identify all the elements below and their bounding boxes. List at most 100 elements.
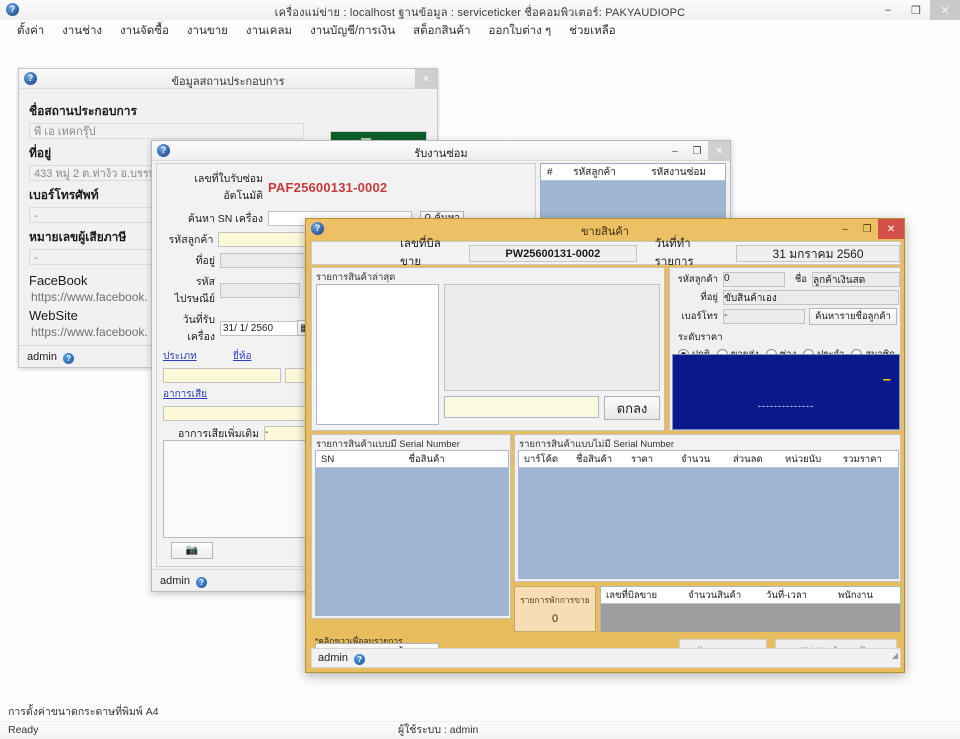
camera-icon[interactable]: 📷 [171, 542, 213, 559]
resize-grip-icon[interactable]: ◢ [892, 647, 898, 665]
sn-table-col-name: ชื่อสินค้า [409, 452, 508, 467]
nosn-col-barcode: บาร์โค้ด [519, 452, 576, 467]
status-bar: Ready ผู้ใช้ระบบ : admin [0, 721, 960, 739]
bill-number-value: PW25600131-0002 [469, 245, 637, 262]
app-minimize-button[interactable]: – [874, 0, 902, 20]
sn-table-body[interactable] [316, 468, 508, 616]
recent-items-panel: รายการสินค้าล่าสุด ตกลง [311, 267, 665, 431]
nosn-table-body[interactable] [519, 468, 898, 579]
nosn-col-unit: หน่วยนับ [785, 452, 843, 467]
recent-items-list[interactable] [316, 284, 439, 425]
sales-titlebar: ? ขายสินค้า – ❐ ✕ [306, 219, 904, 240]
menu-item-claims[interactable]: งานเคลม [237, 20, 301, 42]
sales-footer: admin ? ◢ [311, 648, 901, 668]
transaction-date-label: วันที่ทำรายการ [655, 235, 726, 271]
repair-grid-col-index: # [541, 167, 567, 178]
nosn-col-price: ราคา [631, 452, 681, 467]
status-user-text: ผู้ใช้ระบบ : admin [398, 722, 478, 739]
sales-customer-phone-label: เบอร์โทร [670, 309, 723, 324]
sales-customer-phone-input[interactable]: - [723, 309, 805, 324]
sales-window[interactable]: ? ขายสินค้า – ❐ ✕ เลขที่บิลขาย PW2560013… [305, 218, 905, 673]
application-window: ? เครื่องแม่ข่าย : localhost ฐานข้อมูล :… [0, 0, 960, 738]
sales-close-button[interactable]: ✕ [878, 219, 904, 239]
sales-footer-user: admin [318, 652, 348, 664]
repair-receive-date-input[interactable]: 31/ 1/ 2560 [220, 321, 298, 336]
sales-customer-address-input[interactable]: ขับสินค้าเอง [723, 290, 899, 305]
menu-item-settings[interactable]: ตั้งค่า [8, 20, 53, 42]
hold-table-body[interactable] [601, 604, 900, 632]
shop-name-label: ชื่อสถานประกอบการ [29, 102, 427, 121]
app-title: เครื่องแม่ข่าย : localhost ฐานข้อมูล : s… [0, 3, 960, 21]
hold-col-bill: เลขที่บิลขาย [601, 588, 688, 603]
app-window-controls: – ❐ ✕ [874, 0, 960, 20]
repair-category-link[interactable]: ประเภท [163, 349, 233, 364]
repair-title: รับงานซ่อม [152, 144, 730, 162]
display-dashes: -------------- [673, 401, 899, 411]
menu-item-technician[interactable]: งานช่าง [53, 20, 111, 42]
print-setting-text: การตั้งค่าขนาดกระดาษที่พิมพ์ A4 [0, 703, 960, 721]
hold-col-datetime: วันที่-เวลา [766, 588, 838, 603]
nosn-items-table[interactable]: บาร์โค้ด ชื่อสินค้า ราคา จำนวน ส่วนลด หน… [518, 450, 899, 579]
sales-customer-address-label: ที่อยู่ [670, 290, 723, 305]
shop-info-close-button[interactable]: ✕ [415, 69, 437, 89]
repair-footer-user: admin [160, 575, 190, 587]
repair-doc-number: PAF25600131-0002 [268, 180, 387, 195]
repair-customer-code-label: รหัสลูกค้า [163, 231, 218, 248]
help-icon[interactable]: ? [63, 353, 74, 364]
sales-customer-name-input[interactable]: ลูกค้าเงินสด [812, 272, 900, 287]
repair-brand-link[interactable]: ยี่ห้อ [233, 349, 273, 364]
item-detail-box [444, 284, 660, 391]
repair-symptom-link[interactable]: อาการเสีย [163, 387, 207, 402]
repair-customer-code-input[interactable] [218, 232, 311, 247]
sn-table-col-sn: SN [316, 454, 409, 465]
app-titlebar: ? เครื่องแม่ข่าย : localhost ฐานข้อมูล :… [0, 0, 960, 21]
nosn-col-qty: จำนวน [681, 452, 733, 467]
repair-doc-label: เลขที่ใบรับซ่อมอัตโนมัติ [163, 170, 268, 204]
sales-header-strip: เลขที่บิลขาย PW25600131-0002 วันที่ทำราย… [311, 241, 901, 265]
menu-item-accounting[interactable]: งานบัญชี/การเงิน [301, 20, 404, 42]
sales-customer-name-label: ชื่อ [785, 272, 812, 287]
sales-title: ขายสินค้า [306, 222, 904, 240]
shop-footer-user: admin [27, 351, 57, 363]
status-ready-text: Ready [8, 722, 38, 739]
customer-search-button[interactable]: ค้นหารายชื่อลูกค้า [809, 308, 897, 325]
app-maximize-button[interactable]: ❐ [902, 0, 930, 20]
menu-item-stock[interactable]: สต็อกสินค้า [404, 20, 479, 42]
sales-customer-code-input[interactable]: 0 [723, 272, 785, 287]
nosn-items-panel: รายการสินค้าแบบไม่มี Serial Number บาร์โ… [514, 434, 901, 582]
app-close-button[interactable]: ✕ [930, 0, 960, 20]
transaction-date-value: 31 มกราคม 2560 [736, 245, 900, 262]
repair-close-button[interactable]: ✕ [708, 141, 730, 161]
shop-info-title: ข้อมูลสถานประกอบการ [19, 72, 437, 90]
repair-category-select[interactable] [163, 368, 281, 383]
sales-maximize-button[interactable]: ❐ [856, 219, 878, 239]
sn-items-panel: รายการสินค้าแบบมี Serial Number SN ชื่อส… [311, 434, 511, 619]
shop-info-titlebar: ? ข้อมูลสถานประกอบการ ✕ [19, 69, 437, 89]
repair-minimize-button[interactable]: – [664, 141, 686, 161]
shop-name-value[interactable]: พี เอ เทคกรุ๊ป [29, 123, 304, 139]
repair-grid-col-customer: รหัสลูกค้า [567, 165, 645, 180]
confirm-button[interactable]: ตกลง [604, 396, 660, 420]
hold-table[interactable]: เลขที่บิลขาย จำนวนสินค้า วันที่-เวลา พนั… [600, 586, 901, 632]
barcode-scan-input[interactable] [444, 396, 599, 418]
menu-item-sales[interactable]: งานขาย [178, 20, 237, 42]
repair-receive-date-label: วันที่รับเครื่อง [163, 311, 220, 345]
display-minus-value: – [883, 371, 891, 388]
help-icon[interactable]: ? [196, 577, 207, 588]
repair-postcode-input[interactable] [220, 283, 300, 298]
nosn-col-discount: ส่วนลด [733, 452, 785, 467]
sales-customer-code-label: รหัสลูกค้า [670, 272, 723, 287]
sales-minimize-button[interactable]: – [834, 219, 856, 239]
nosn-col-total: รวมราคา [843, 452, 891, 467]
hold-col-staff: พนักงาน [838, 588, 898, 603]
sn-table-header: SN ชื่อสินค้า [316, 451, 508, 468]
help-icon[interactable]: ? [354, 654, 365, 665]
menu-item-documents[interactable]: ออกใบต่าง ๆ [480, 20, 561, 42]
menu-item-purchasing[interactable]: งานจัดซื้อ [111, 20, 178, 42]
bill-number-label: เลขที่บิลขาย [400, 235, 459, 271]
repair-address-label: ที่อยู่ [163, 252, 220, 269]
menu-item-help[interactable]: ช่วยเหลือ [560, 20, 624, 42]
sn-items-table[interactable]: SN ชื่อสินค้า [315, 450, 509, 616]
customer-panel: รหัสลูกค้า 0 ชื่อ ลูกค้าเงินสด ที่อยู่ ข… [669, 267, 901, 431]
repair-maximize-button[interactable]: ❐ [686, 141, 708, 161]
